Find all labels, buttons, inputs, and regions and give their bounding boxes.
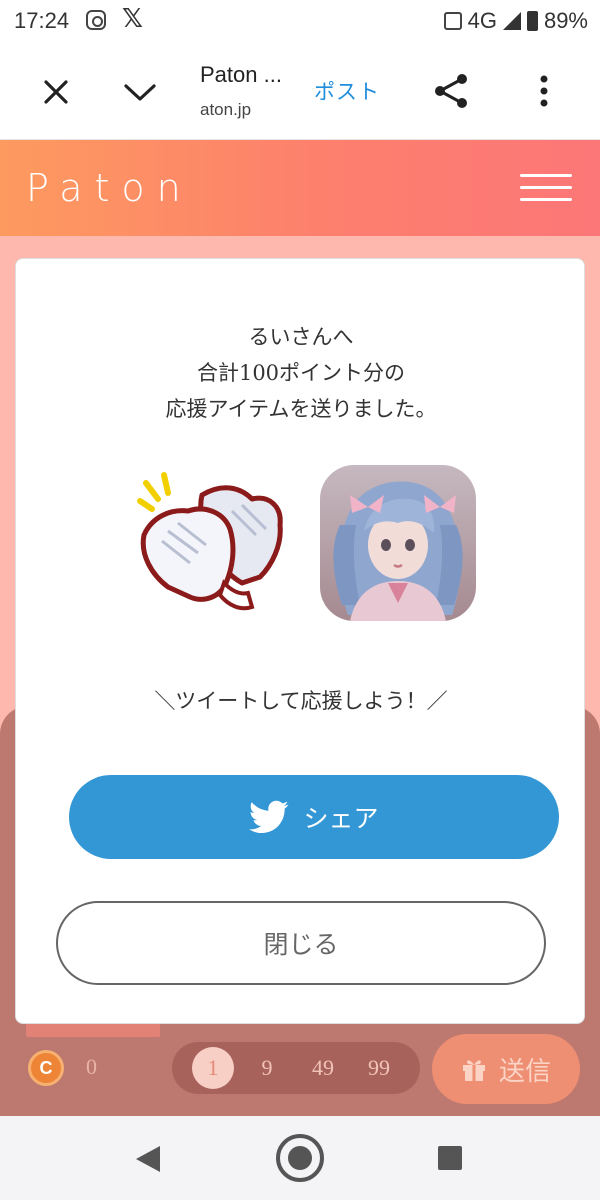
status-time: 17:24 (14, 8, 70, 33)
network-label: 4G (467, 8, 497, 33)
user-avatar (320, 465, 476, 621)
battery-icon (526, 11, 538, 31)
point-option-49[interactable]: 49 (302, 1052, 344, 1084)
chevron-down-icon[interactable] (120, 72, 160, 112)
send-label: 送信 (498, 1056, 551, 1087)
hamburger-icon[interactable] (520, 174, 572, 204)
message-line-recipient: るいさんへ (248, 325, 354, 349)
point-option-9[interactable]: 9 (246, 1052, 288, 1084)
share-icon[interactable] (430, 70, 472, 112)
share-label: シェア (303, 804, 379, 833)
point-option-1[interactable]: 1 (192, 1047, 234, 1089)
coin-icon: C (28, 1050, 64, 1086)
coin-count: 0 (86, 1054, 97, 1079)
message-line-points: 合計100ポイント分の (196, 361, 406, 385)
instagram-icon (86, 10, 106, 30)
more-vertical-icon[interactable] (528, 70, 560, 112)
message-line-sent: 応援アイテムを送りました。 (165, 397, 437, 421)
recent-apps-icon[interactable] (438, 1146, 462, 1170)
back-icon[interactable] (136, 1146, 160, 1172)
battery-level: 89% (543, 8, 588, 33)
twitter-bird-icon (249, 800, 289, 833)
site-logo[interactable]: Paton (26, 166, 193, 210)
page-url: aton.jp (200, 100, 252, 119)
page-title: Paton ... (200, 62, 282, 87)
close-button[interactable]: 閉じる (56, 901, 546, 985)
point-selector: 1 9 49 99 (172, 1042, 420, 1094)
post-link[interactable]: ポスト (314, 76, 380, 106)
home-icon[interactable] (276, 1134, 324, 1182)
clapping-hands-icon (137, 472, 283, 611)
cheer-text: ＼ツイートして応援しよう！／ (154, 689, 448, 713)
status-bar: 17:24 𝕏 4G 89% (0, 0, 600, 44)
gift-icon (462, 1060, 485, 1081)
support-complete-modal: るいさんへ 合計100ポイント分の 応援アイテムを送りました。 ＼ツイートして応… (15, 258, 585, 1024)
point-option-99[interactable]: 99 (358, 1052, 400, 1084)
x-icon: 𝕏 (122, 4, 143, 34)
system-navigation-bar (0, 1116, 600, 1200)
share-button[interactable]: シェア (69, 775, 559, 859)
status-indicators: 4G 89% (443, 8, 588, 34)
close-icon[interactable] (36, 72, 76, 112)
browser-toolbar: Paton ... aton.jp ポスト (0, 44, 600, 140)
tag-strip (26, 1023, 160, 1037)
vibrate-icon (443, 12, 462, 30)
site-header: Paton (0, 140, 600, 236)
signal-icon (502, 12, 521, 30)
modal-message: るいさんへ 合計100ポイント分の 応援アイテムを送りました。 (16, 319, 586, 427)
send-button[interactable]: 送信 (432, 1034, 580, 1104)
